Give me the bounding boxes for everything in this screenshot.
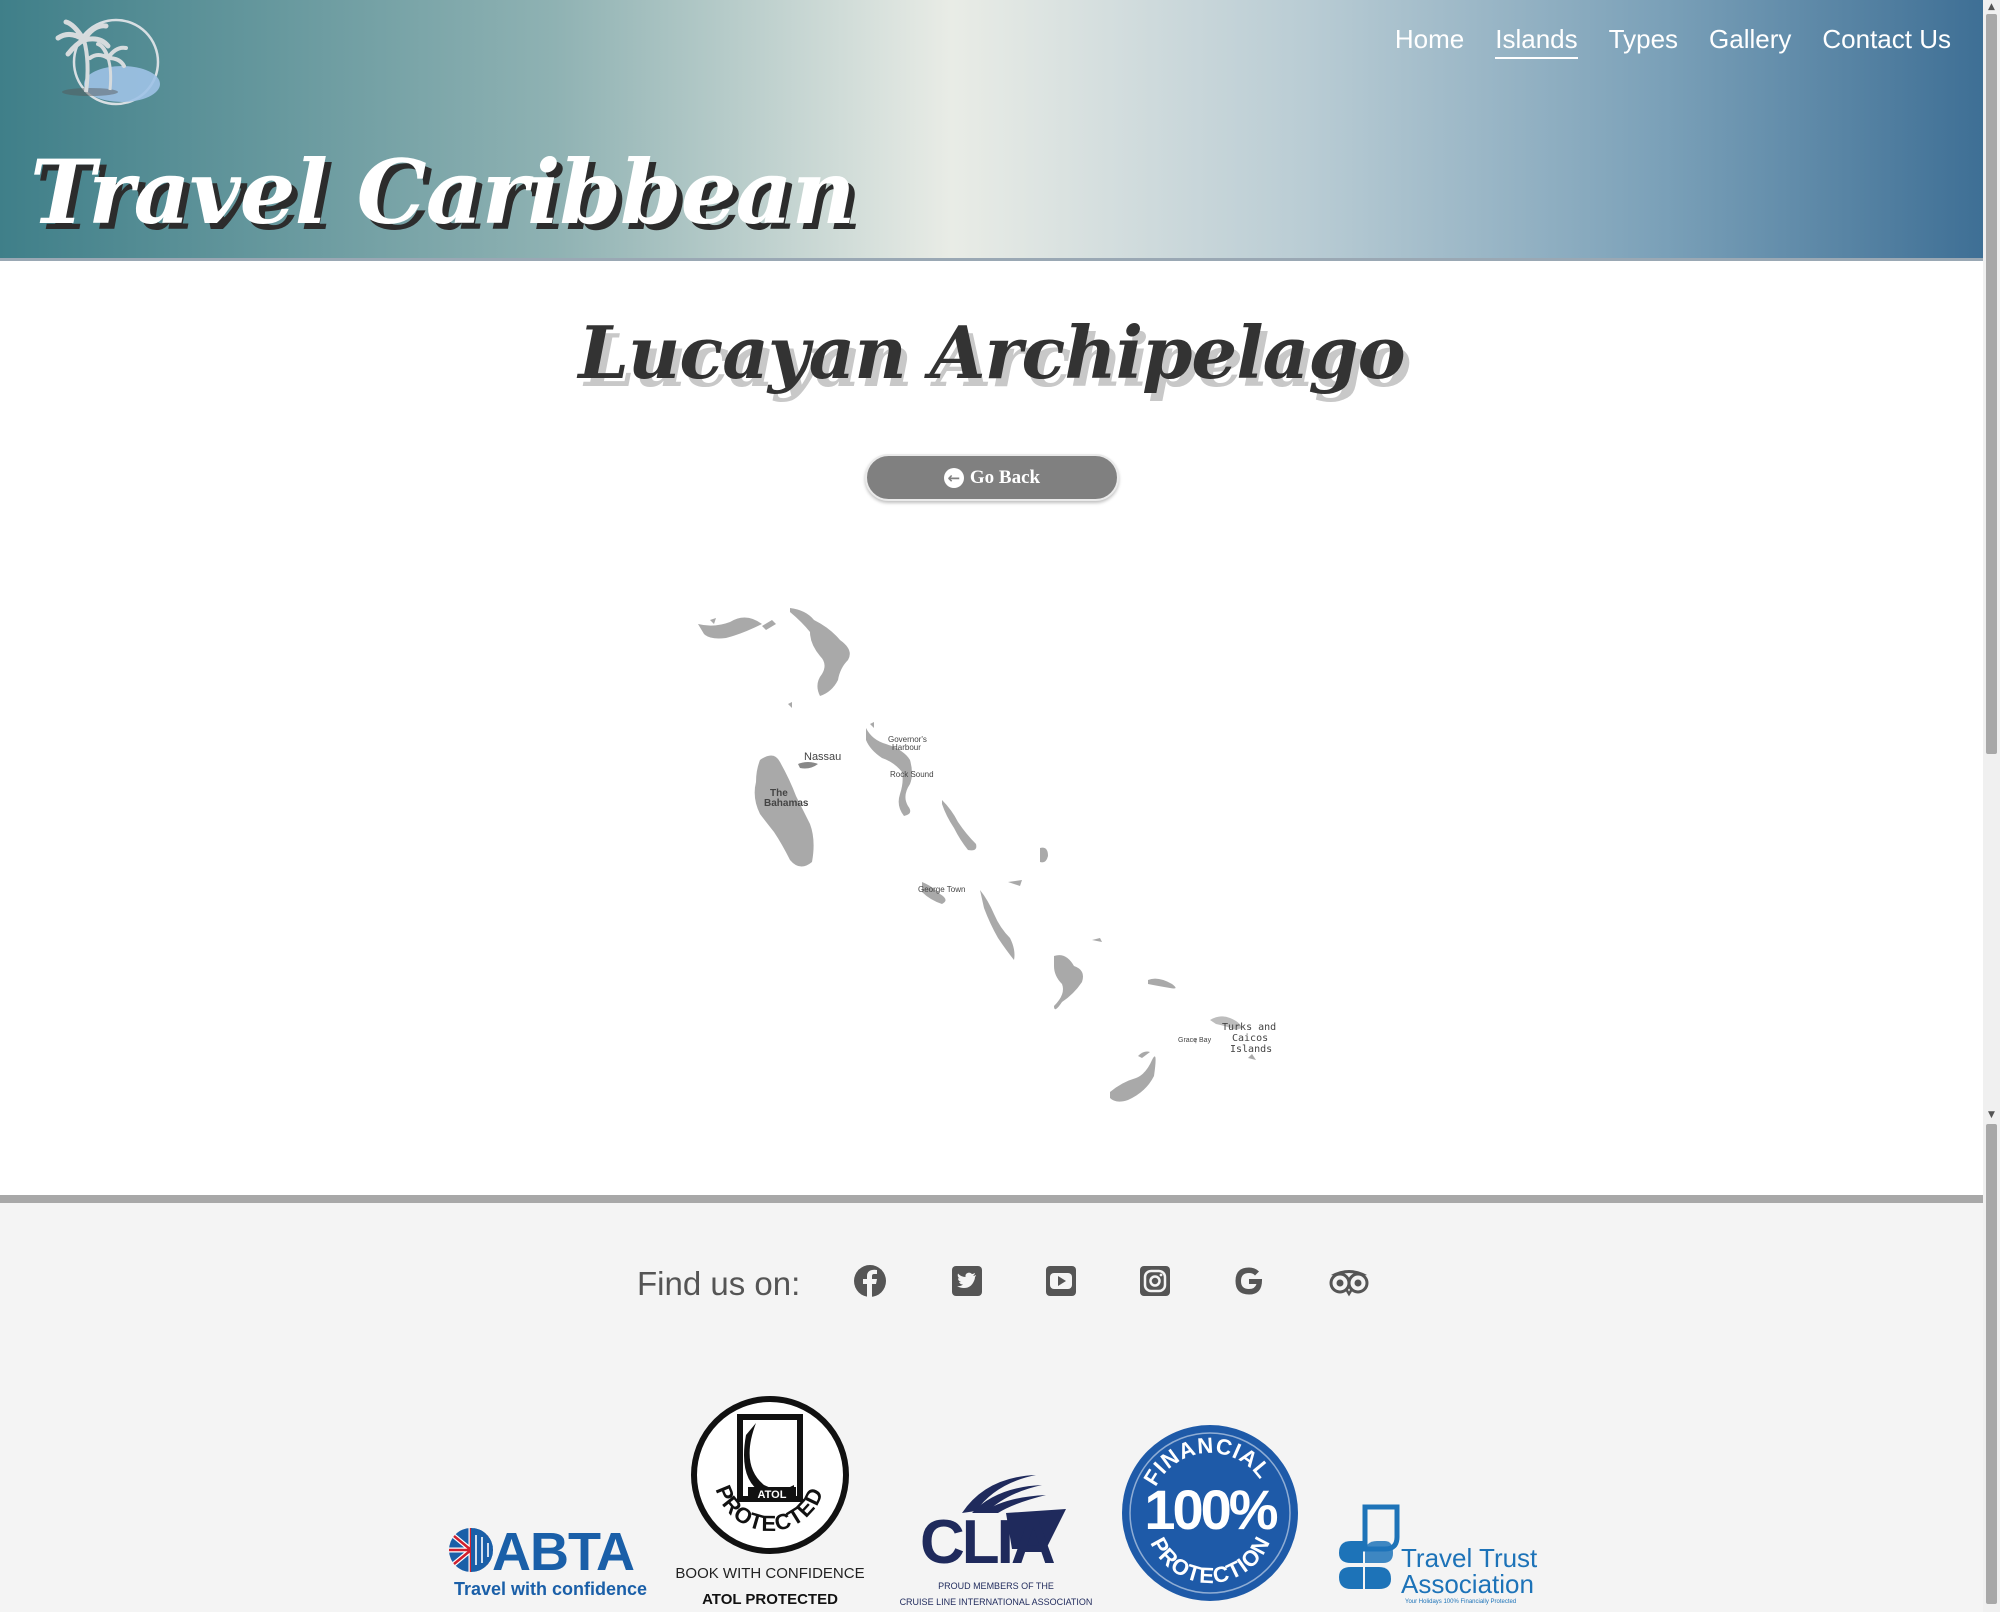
- map-label-rock-sound: Rock Sound: [890, 770, 934, 779]
- map-label-turks: Turks and: [1222, 1022, 1276, 1033]
- tripadvisor-icon[interactable]: [1328, 1263, 1370, 1299]
- abta-globe-icon: [449, 1528, 493, 1572]
- tta-line2: Association: [1401, 1569, 1534, 1599]
- atol-seal-icon: ATOL PROTECTED: [691, 1396, 849, 1554]
- abta-badge[interactable]: ABTA Travel with confidence: [448, 1522, 647, 1605]
- map-label-nassau: Nassau: [804, 751, 841, 763]
- instagram-icon[interactable]: [1137, 1263, 1173, 1299]
- map-label-bahamas: Bahamas: [764, 798, 809, 809]
- nav-home[interactable]: Home: [1395, 24, 1464, 59]
- clia-line2: CRUISE LINE INTERNATIONAL ASSOCIATION: [899, 1597, 1093, 1607]
- map-label-caicos: Caicos: [1232, 1033, 1268, 1044]
- palm-tree-logo[interactable]: [46, 14, 170, 110]
- abta-tagline: Travel with confidence: [454, 1579, 648, 1599]
- map-labels: Nassau The Bahamas Governor's Harbour Ro…: [764, 735, 1276, 1055]
- nav-gallery[interactable]: Gallery: [1709, 24, 1791, 59]
- map-label-islands: Islands: [1230, 1044, 1272, 1055]
- go-back-label: Go Back: [969, 466, 1041, 488]
- scroll-up-arrow-icon[interactable]: ▲: [1986, 2, 1997, 12]
- facebook-icon[interactable]: [852, 1263, 888, 1299]
- scroll-thumb-lower[interactable]: [1986, 1124, 1997, 1604]
- abta-name: ABTA: [492, 1522, 635, 1582]
- page-scrollbar[interactable]: ▲ ▼: [1983, 0, 2000, 1612]
- find-us-label: Find us on:: [637, 1265, 801, 1302]
- youtube-icon[interactable]: [1043, 1263, 1079, 1299]
- scroll-thumb[interactable]: [1986, 14, 1997, 754]
- main-nav: Home Islands Types Gallery Contact Us: [1395, 24, 1951, 59]
- financial-percent: 100%: [1144, 1478, 1277, 1541]
- tta-small: Your Holidays 100% Financially Protected: [1405, 1599, 1517, 1605]
- atol-badge[interactable]: ATOL PROTECTED BOOK WITH CONFIDENCE ATOL…: [670, 1395, 870, 1612]
- arrow-left-circle-icon: ←: [943, 467, 964, 488]
- nav-types[interactable]: Types: [1609, 24, 1678, 59]
- atol-line2: ATOL PROTECTED: [702, 1591, 838, 1608]
- archipelago-map[interactable]: Nassau The Bahamas Governor's Harbour Ro…: [690, 600, 1290, 1120]
- tta-logo-icon: [1339, 1504, 1400, 1589]
- twitter-icon[interactable]: [949, 1263, 985, 1299]
- site-footer: Find us on: ABTA Travel with confidence …: [0, 1195, 1983, 1612]
- map-label-george-town: George Town: [918, 885, 965, 894]
- travel-trust-association-badge[interactable]: Travel Trust Association Your Holidays 1…: [1335, 1501, 1545, 1612]
- island-shapes: [698, 608, 1256, 1102]
- clia-line1: PROUD MEMBERS OF THE: [938, 1581, 1054, 1591]
- nav-islands[interactable]: Islands: [1495, 24, 1578, 59]
- map-label-harbour: Harbour: [892, 743, 921, 752]
- scroll-down-arrow-icon[interactable]: ▼: [1986, 1110, 1997, 1120]
- map-label-grace-bay: Grace Bay: [1178, 1037, 1212, 1044]
- page-title: Lucayan Archipelago: [578, 310, 1405, 395]
- nav-contact-us[interactable]: Contact Us: [1822, 24, 1951, 59]
- google-icon[interactable]: [1231, 1263, 1267, 1299]
- atol-word: ATOL: [758, 1489, 787, 1501]
- clia-name: CLIA: [920, 1508, 1056, 1577]
- financial-protection-seal-icon: FINANCIAL 100% PROTECTION: [1122, 1425, 1298, 1601]
- atol-line1: BOOK WITH CONFIDENCE: [675, 1565, 865, 1582]
- financial-protection-badge[interactable]: FINANCIAL 100% PROTECTION: [1120, 1423, 1300, 1603]
- site-header: Travel Caribbean Home Islands Types Gall…: [0, 0, 1983, 261]
- go-back-button[interactable]: ← Go Back: [865, 454, 1119, 501]
- clia-badge[interactable]: CLIA PROUD MEMBERS OF THE CRUISE LINE IN…: [898, 1473, 1094, 1612]
- site-brand-title[interactable]: Travel Caribbean: [30, 140, 856, 244]
